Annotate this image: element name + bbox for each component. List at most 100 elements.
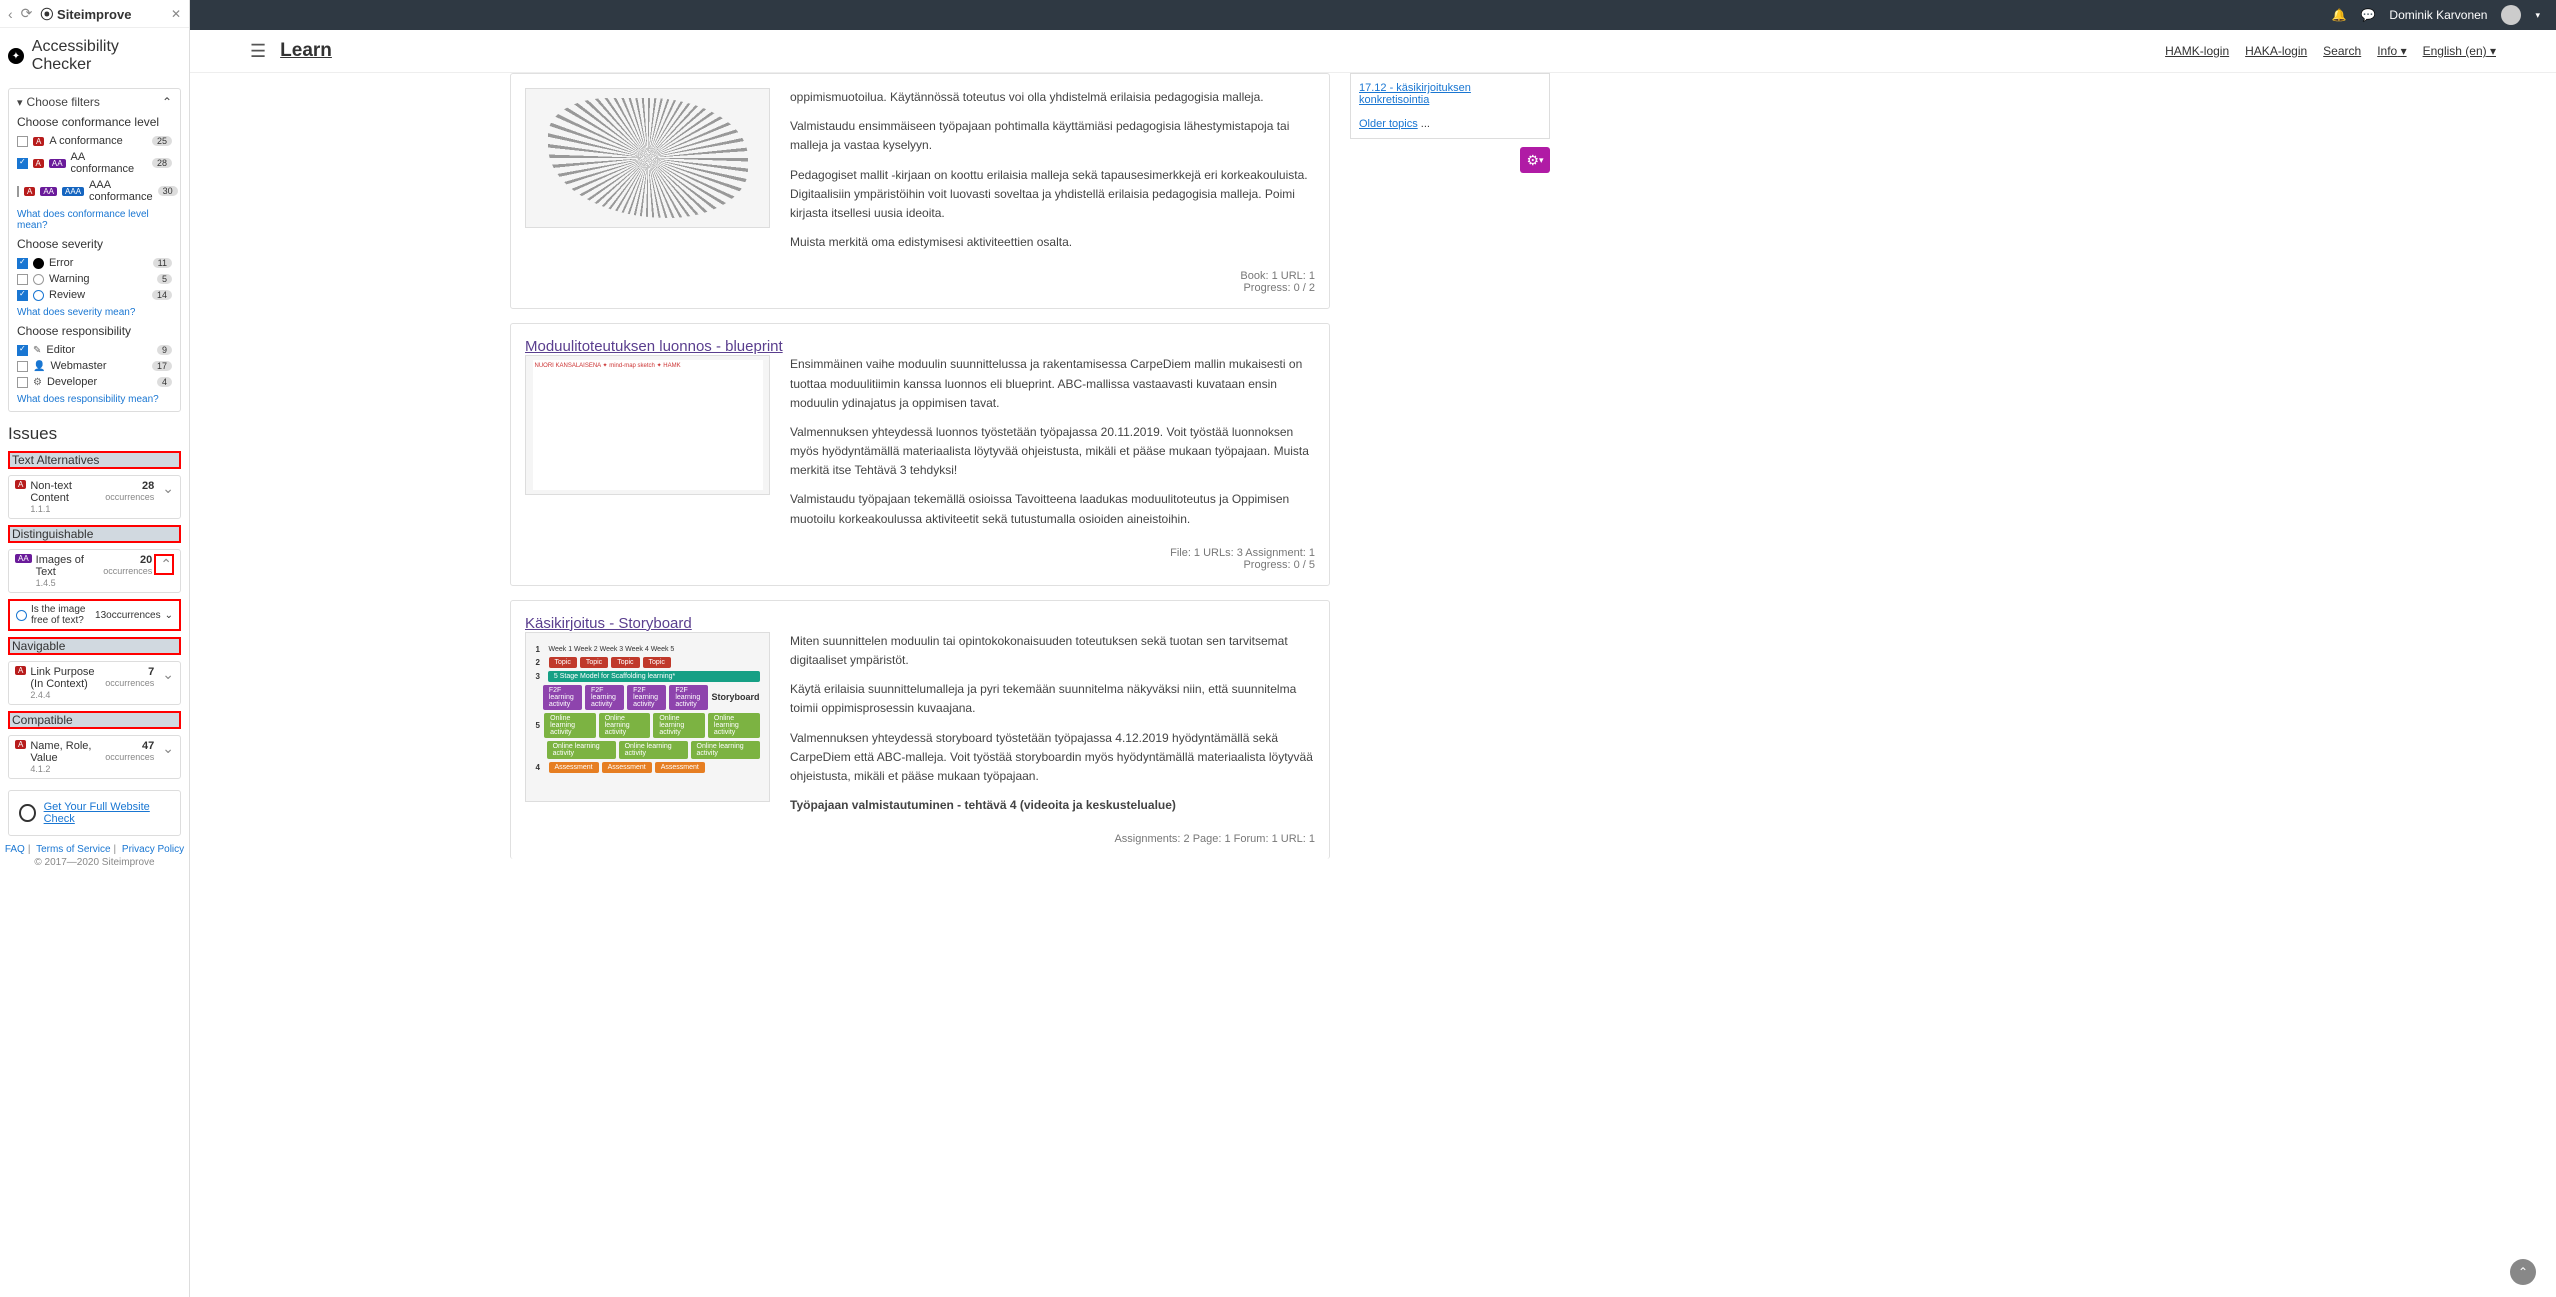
notifications-icon[interactable]: 🔔 (2332, 8, 2347, 22)
badge-a-icon: A (15, 740, 26, 749)
cta-label: Get Your Full Website Check (44, 801, 170, 825)
funnel-icon: ▾ (17, 97, 23, 109)
footer-copyright: © 2017—2020 Siteimprove (0, 855, 189, 876)
issue-name-role-value[interactable]: A Name, Role, Value 4.1.2 47occurrences … (8, 735, 181, 779)
developer-icon: ⚙ (33, 377, 42, 388)
checkbox-a[interactable] (17, 136, 28, 147)
responsibility-help-link[interactable]: What does responsibility mean? (17, 390, 159, 405)
issue-sub-image-free-text[interactable]: Is the image free of text? 13occurrences… (8, 599, 181, 631)
card1-p1: oppimismuotoilua. Käytännössä toteutus v… (790, 88, 1315, 107)
issue-ref: 1.4.5 (36, 578, 100, 588)
card2-p1: Ensimmäinen vaihe moduulin suunnitteluss… (790, 355, 1315, 413)
sb-assess: Assessment (549, 762, 599, 773)
full-check-cta[interactable]: Get Your Full Website Check (8, 790, 181, 836)
conformance-aaa[interactable]: AAAAAA AAA conformance 30 (17, 177, 172, 205)
issue-ref: 4.1.2 (30, 764, 101, 774)
nav-hamk-login[interactable]: HAMK-login (2165, 44, 2229, 58)
issue-images-of-text[interactable]: AA Images of Text 1.4.5 20occurrences ⌃ (8, 549, 181, 593)
checkbox-developer[interactable] (17, 377, 28, 388)
severity-review[interactable]: Review 14 (17, 287, 172, 303)
conformance-help-link[interactable]: What does conformance level mean? (17, 205, 172, 231)
severity-error-count: 11 (153, 258, 172, 268)
choose-filters-label: Choose filters (27, 95, 100, 109)
announcement-link[interactable]: 17.12 - käsikirjoituksen konkretisointia (1359, 82, 1471, 106)
issue-link-purpose[interactable]: A Link Purpose (In Context) 2.4.4 7occur… (8, 661, 181, 705)
close-icon[interactable]: ✕ (171, 7, 181, 21)
card2-p2: Valmennuksen yhteydessä luonnos työstetä… (790, 423, 1315, 481)
reload-icon[interactable]: ⟳ (21, 5, 33, 22)
older-topics-link[interactable]: Older topics (1359, 118, 1418, 130)
issue-occ-label: occurrences (105, 492, 154, 502)
brand[interactable]: Learn (280, 40, 332, 62)
responsibility-developer[interactable]: ⚙ Developer 4 (17, 374, 172, 390)
section-card-1: oppimismuotoilua. Käytännössä toteutus v… (510, 73, 1330, 309)
responsibility-webmaster[interactable]: 👤 Webmaster 17 (17, 358, 172, 374)
chevron-down-icon[interactable]: ⌄ (158, 740, 174, 757)
conformance-aa[interactable]: AAA AA conformance 28 (17, 149, 172, 177)
nav-search[interactable]: Search (2323, 44, 2361, 58)
issue-occ-label: occurrences (105, 678, 154, 688)
card1-p4: Muista merkitä oma edistymisesi aktivite… (790, 233, 1315, 252)
back-icon[interactable]: ‹ (8, 6, 13, 22)
issue-occ-label: occurrences (105, 752, 154, 762)
section-card-3: Käsikirjoitus - Storyboard 1Week 1 Week … (510, 600, 1330, 860)
issue-non-text-content[interactable]: A Non-text Content 1.1.1 28occurrences ⌄ (8, 475, 181, 519)
card3-title[interactable]: Käsikirjoitus - Storyboard (525, 615, 692, 632)
card2-title[interactable]: Moduulitoteutuksen luonnos - blueprint (525, 338, 783, 355)
faq-link[interactable]: FAQ (5, 844, 25, 855)
issue-name: Name, Role, Value (30, 740, 101, 764)
issue-ref: 1.1.1 (30, 504, 101, 514)
tos-link[interactable]: Terms of Service (36, 844, 110, 855)
nav-haka-login[interactable]: HAKA-login (2245, 44, 2307, 58)
responsibility-editor-label: Editor (46, 344, 75, 356)
cta-icon (19, 804, 36, 822)
chevron-down-icon[interactable]: ⌄ (165, 610, 173, 621)
warning-icon (33, 274, 44, 285)
chevron-down-icon[interactable]: ⌄ (158, 666, 174, 683)
footer-links: FAQ| Terms of Service| Privacy Policy (0, 844, 189, 855)
badge-a-icon: A (24, 187, 35, 196)
choose-filters-toggle[interactable]: ▾Choose filters ⌃ (17, 95, 172, 109)
caret-down-icon: ▾ (2490, 44, 2496, 58)
nav-language[interactable]: English (en) ▾ (2423, 44, 2496, 58)
checkbox-warning[interactable] (17, 274, 28, 285)
issue-ref: 2.4.4 (30, 690, 101, 700)
thumb-swirl (525, 88, 770, 228)
badge-a-icon: A (33, 159, 44, 168)
user-name[interactable]: Dominik Karvonen (2389, 8, 2487, 22)
privacy-link[interactable]: Privacy Policy (122, 844, 184, 855)
card1-progress: Progress: 0 / 2 (525, 282, 1315, 294)
checkbox-review[interactable] (17, 290, 28, 301)
conformance-title: Choose conformance level (17, 109, 172, 133)
conformance-a[interactable]: A A conformance 25 (17, 133, 172, 149)
responsibility-editor[interactable]: ✎ Editor 9 (17, 342, 172, 358)
avatar[interactable] (2501, 5, 2521, 25)
issue-name: Images of Text (36, 554, 100, 578)
badge-aa-icon: AA (15, 554, 32, 563)
checkbox-webmaster[interactable] (17, 361, 28, 372)
severity-error[interactable]: Error 11 (17, 255, 172, 271)
checkbox-aaa[interactable] (17, 186, 19, 197)
severity-warning[interactable]: Warning 5 (17, 271, 172, 287)
severity-review-count: 14 (152, 290, 172, 300)
error-icon (33, 258, 44, 269)
chevron-up-icon[interactable]: ⌃ (154, 554, 174, 575)
conformance-aa-label: AA conformance (71, 151, 147, 175)
dots: ... (1421, 118, 1430, 130)
hamburger-icon[interactable]: ☰ (250, 41, 266, 62)
messages-icon[interactable]: 💬 (2360, 8, 2375, 22)
card3-p4: Työpajaan valmistautuminen - tehtävä 4 (… (790, 796, 1315, 815)
checkbox-aa[interactable] (17, 158, 28, 169)
checkbox-error[interactable] (17, 258, 28, 269)
chevron-down-icon[interactable]: ⌄ (158, 480, 174, 497)
topbar: 🔔 💬 Dominik Karvonen ▾ (190, 0, 2556, 30)
main-area: 🔔 💬 Dominik Karvonen ▾ ☰ Learn HAMK-logi… (190, 0, 2556, 1297)
checkbox-editor[interactable] (17, 345, 28, 356)
caret-down-icon[interactable]: ▾ (2535, 10, 2540, 21)
issue-count: 20 (103, 554, 152, 566)
nav-info[interactable]: Info ▾ (2377, 44, 2406, 58)
settings-button[interactable]: ⚙ ▾ (1520, 147, 1550, 173)
severity-help-link[interactable]: What does severity mean? (17, 303, 135, 318)
webmaster-icon: 👤 (33, 361, 45, 372)
scroll-top-button[interactable]: ⌃ (2510, 1259, 2536, 1285)
